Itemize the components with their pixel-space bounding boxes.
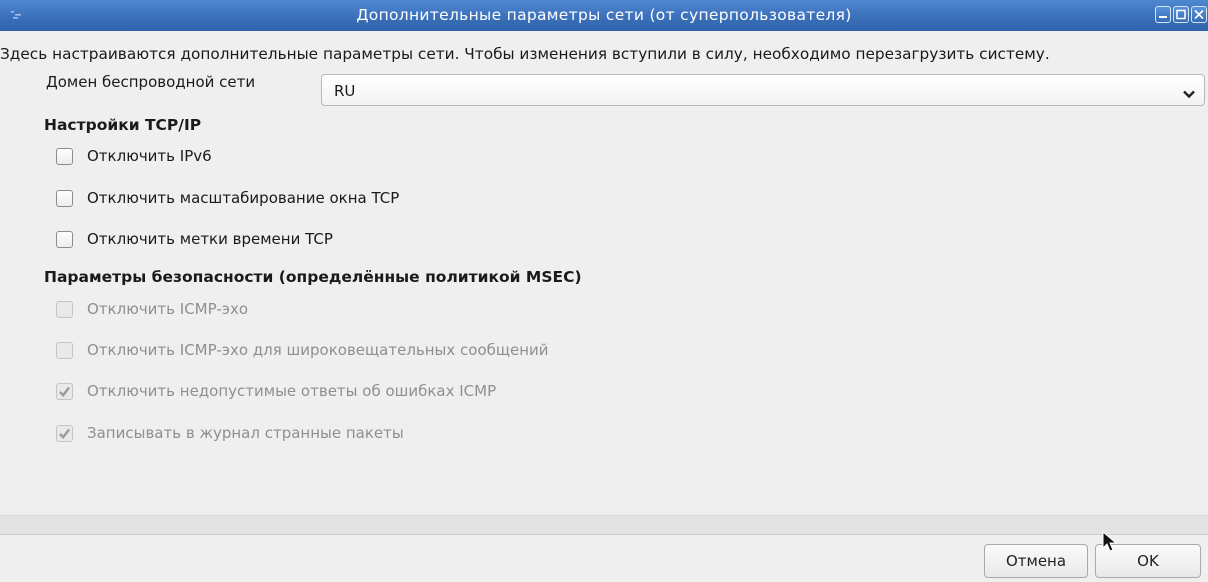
checkbox-box[interactable] xyxy=(56,301,73,318)
checkbox-label: Отключить IPv6 xyxy=(87,147,212,165)
checkbox-box[interactable] xyxy=(56,342,73,359)
minimize-icon[interactable] xyxy=(1155,6,1171,23)
wireless-domain-value: RU xyxy=(334,82,356,100)
network-settings-dialog: Дополнительные параметры сети (от суперп… xyxy=(0,0,1208,582)
checkbox-label: Отключить недопустимые ответы об ошибках… xyxy=(87,382,497,400)
checkbox-label: Отключить метки времени TCP xyxy=(87,230,333,248)
mouse-cursor-icon xyxy=(1102,530,1118,557)
tcp-ip-section-title: Настройки TCP/IP xyxy=(44,116,202,134)
checkbox-box[interactable] xyxy=(56,231,73,248)
checkbox-box[interactable] xyxy=(56,383,73,400)
footer-band xyxy=(0,515,1208,535)
checkbox-box[interactable] xyxy=(56,425,73,442)
checkbox-box[interactable] xyxy=(56,190,73,207)
checkmark-icon xyxy=(59,428,70,440)
chevron-down-icon xyxy=(1182,85,1196,103)
checkmark-icon xyxy=(59,386,70,398)
wireless-domain-label: Домен беспроводной сети xyxy=(46,73,256,91)
security-section-title: Параметры безопасности (определённые пол… xyxy=(44,268,582,286)
close-icon[interactable] xyxy=(1191,6,1207,23)
checkbox-label: Записывать в журнал странные пакеты xyxy=(87,424,404,442)
checkbox-label: Отключить масштабирование окна TCP xyxy=(87,189,400,207)
window-title: Дополнительные параметры сети (от суперп… xyxy=(356,6,852,24)
dialog-description: Здесь настраиваются дополнительные парам… xyxy=(0,45,1050,63)
checkbox-label: Отключить ICMP-эхо для широковещательных… xyxy=(87,341,549,359)
checkbox-box[interactable] xyxy=(56,148,73,165)
wireless-domain-select[interactable]: RU xyxy=(321,74,1205,106)
checkbox-label: Отключить ICMP-эхо xyxy=(87,300,249,318)
footer-divider xyxy=(0,534,1208,535)
title-bar[interactable]: Дополнительные параметры сети (от суперп… xyxy=(0,0,1208,31)
maximize-icon[interactable] xyxy=(1173,6,1189,23)
cancel-button[interactable]: Отмена xyxy=(984,544,1088,578)
